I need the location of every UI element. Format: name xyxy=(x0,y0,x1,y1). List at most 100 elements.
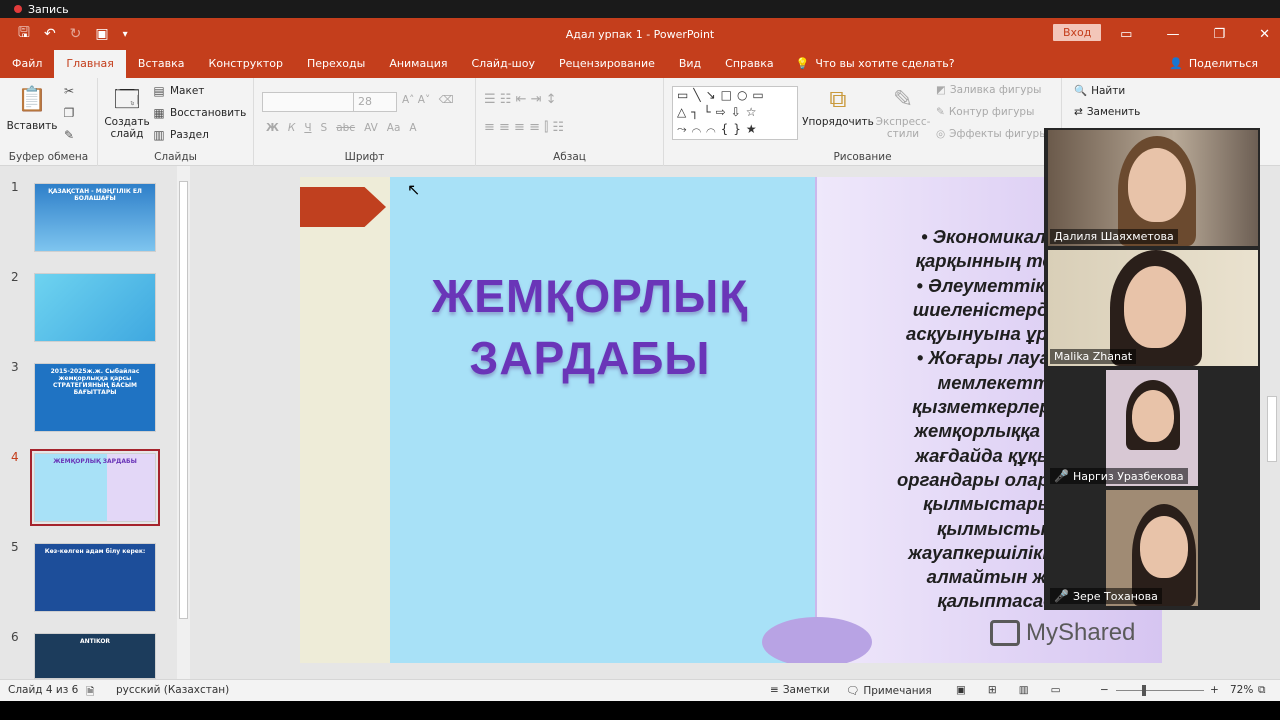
slide-thumbnail-1[interactable]: ҚАЗАҚСТАН - МӘҢГІЛІК ЕЛ БОЛАШАҒЫ xyxy=(34,183,156,252)
zoom-out-icon[interactable]: − xyxy=(1100,684,1109,696)
participant-tile[interactable]: 🎤 Наргиз Уразбекова xyxy=(1048,370,1258,486)
thumbnails-scrollbar[interactable] xyxy=(177,166,190,679)
format-painter-icon[interactable]: ✎ xyxy=(62,128,76,142)
paste-icon: 📋 xyxy=(17,85,47,113)
shapes-gallery[interactable]: ▭╲↘□○▭ △┐└⇨⇩☆ ⤳⌒⌒{}★ xyxy=(672,86,798,140)
tell-me-box[interactable]: 💡 Что вы хотите сделать? xyxy=(786,50,955,78)
tab-home[interactable]: Главная xyxy=(54,50,126,78)
editor-scrollbar[interactable] xyxy=(1264,166,1280,679)
font-size-buttons[interactable]: A˄ A˅ ⌫ xyxy=(402,94,454,106)
zoom-level[interactable]: 72% xyxy=(1230,684,1253,696)
layout-icon: ▤ xyxy=(153,84,165,98)
reading-view-icon[interactable]: ▥ xyxy=(1019,684,1029,696)
share-button[interactable]: 👤 Поделиться xyxy=(1169,50,1258,78)
layout-button[interactable]: ▤ Макет xyxy=(152,84,204,98)
zoom-in-icon[interactable]: + xyxy=(1210,684,1219,696)
shape-effects-label: Эффекты фигуры xyxy=(949,128,1048,140)
present-from-start-icon[interactable]: ▣ xyxy=(95,26,108,42)
arrange-icon: ⧉ xyxy=(829,85,847,113)
comments-button[interactable]: 🗨 Примечания xyxy=(846,684,932,698)
font-family-box[interactable] xyxy=(262,92,354,112)
redo-icon[interactable]: ↻ xyxy=(70,26,82,42)
quick-styles-icon: ✎ xyxy=(892,85,914,113)
slide-canvas[interactable]: ЖЕМҚОРЛЫҚ ЗАРДАБЫ • Экономикалық қарқынны… xyxy=(300,177,1162,663)
comments-label: Примечания xyxy=(863,684,932,697)
tab-animations[interactable]: Анимация xyxy=(377,50,459,78)
share-label: Поделиться xyxy=(1188,57,1258,70)
view-buttons[interactable]: ▣ ⊞ ▥ ▭ xyxy=(956,684,1061,696)
participant-face xyxy=(1132,390,1174,442)
slide-thumbnail-4[interactable]: ЖЕМҚОРЛЫҚ ЗАРДАБЫ xyxy=(30,449,160,526)
find-button[interactable]: 🔍 Найти xyxy=(1074,84,1125,98)
undo-icon[interactable]: ↶ xyxy=(44,26,56,42)
font-format-buttons[interactable]: Ж К Ч Sabc AV Aa A xyxy=(266,122,417,134)
slide-decor-strip xyxy=(300,177,390,663)
paste-label: Вставить xyxy=(6,120,58,132)
zoom-slider[interactable] xyxy=(1116,690,1204,691)
slideshow-icon[interactable]: ▭ xyxy=(1051,684,1061,696)
slide-sorter-icon[interactable]: ⊞ xyxy=(988,684,997,696)
participant-name: Malika Zhanat xyxy=(1054,350,1133,363)
slide-thumbnail-text: ҚАЗАҚСТАН - МӘҢГІЛІК ЕЛ БОЛАШАҒЫ xyxy=(48,188,142,202)
quick-styles-label-1: Экспресс- xyxy=(875,116,931,128)
fit-to-window-icon[interactable]: ⧉ xyxy=(1258,684,1266,697)
language-indicator[interactable]: русский (Казахстан) xyxy=(116,684,229,696)
cut-icon[interactable]: ✂ xyxy=(62,84,76,98)
thumbnails-scroll-thumb[interactable] xyxy=(179,181,188,619)
title-bar: 🖫 ↶ ↻ ▣ ▾ Адал урпак 1 - PowerPoint Вход… xyxy=(0,18,1280,50)
font-group: 28 A˄ A˅ ⌫ Ж К Ч Sabc AV Aa A Шрифт xyxy=(254,78,476,166)
notes-button[interactable]: ≡ Заметки xyxy=(770,684,830,696)
editor-scroll-thumb[interactable] xyxy=(1267,396,1277,462)
recording-label: Запись xyxy=(28,2,69,16)
replace-label: Заменить xyxy=(1086,106,1141,118)
slide-thumbnail-2[interactable] xyxy=(34,273,156,342)
copy-icon[interactable]: ❐ xyxy=(62,106,76,120)
tab-help[interactable]: Справка xyxy=(713,50,785,78)
section-icon: ▥ xyxy=(153,128,165,142)
slide-thumbnail-5[interactable]: Көз-көлген адам білу керек: xyxy=(34,543,156,612)
tab-review[interactable]: Рецензирование xyxy=(547,50,667,78)
list-buttons[interactable]: ☰ ☷ ⇤ ⇥ ↕ xyxy=(484,92,557,107)
minimize-icon[interactable]: — xyxy=(1166,27,1179,42)
slide-number: 3 xyxy=(11,360,19,374)
slide-number: 5 xyxy=(11,540,19,554)
tab-view[interactable]: Вид xyxy=(667,50,713,78)
participant-tile[interactable]: Далиля Шаяхметова xyxy=(1048,130,1258,246)
restore-icon[interactable]: ❐ xyxy=(1213,27,1225,42)
save-icon[interactable]: 🖫 xyxy=(18,22,30,46)
shape-fill-button[interactable]: ◩ Заливка фигуры xyxy=(936,84,1041,96)
paste-button[interactable]: 📋 Вставить xyxy=(6,84,58,132)
close-icon[interactable]: ✕ xyxy=(1259,27,1270,42)
section-button[interactable]: ▥ Раздел xyxy=(152,128,208,142)
slide-thumbnail-3[interactable]: 2015-2025ж.ж. Сыбайлас жемқорлыққа қарсы… xyxy=(34,363,156,432)
customize-toolbar-icon[interactable]: ▾ xyxy=(123,29,128,40)
align-buttons[interactable]: ≡ ≡ ≡ ≡ ⫿ ☷ xyxy=(484,120,564,135)
clipboard-group: 📋 Вставить ✂ ❐ ✎ Буфер обмена xyxy=(0,78,98,166)
slide-title[interactable]: ЖЕМҚОРЛЫҚ ЗАРДАБЫ xyxy=(400,265,780,389)
spell-check-icon[interactable]: 🗎 xyxy=(86,684,94,702)
quick-styles-button[interactable]: ✎ Экспресс- стили xyxy=(872,84,934,140)
participant-tile[interactable]: Malika Zhanat xyxy=(1048,250,1258,366)
ribbon-display-options-icon[interactable]: ▭ xyxy=(1120,27,1132,42)
shape-outline-button[interactable]: ✎ Контур фигуры xyxy=(936,106,1034,118)
zoom-slider-thumb[interactable] xyxy=(1142,685,1146,696)
arrange-button[interactable]: ⧉ Упорядочить xyxy=(802,84,874,128)
slide-thumbnail-6[interactable]: ANTIKOR xyxy=(34,633,156,679)
sign-in-button[interactable]: Вход xyxy=(1053,24,1102,41)
notes-label: Заметки xyxy=(782,684,830,696)
replace-button[interactable]: ⇄ Заменить xyxy=(1074,106,1140,118)
participant-face xyxy=(1124,266,1186,348)
new-slide-button[interactable]: 🗔 Создать слайд xyxy=(104,84,150,140)
font-size-box[interactable]: 28 xyxy=(353,92,397,112)
tab-insert[interactable]: Вставка xyxy=(126,50,197,78)
ribbon-tabs: Файл Главная Вставка Конструктор Переход… xyxy=(0,50,1280,78)
tab-slideshow[interactable]: Слайд-шоу xyxy=(459,50,546,78)
participant-tile[interactable]: 🎤 Зере Тоханова xyxy=(1048,490,1258,606)
shape-effects-button[interactable]: ◎ Эффекты фигуры xyxy=(936,128,1048,140)
video-participants-panel: Далиля Шаяхметова Malika Zhanat 🎤 Наргиз … xyxy=(1044,128,1260,610)
normal-view-icon[interactable]: ▣ xyxy=(956,684,966,696)
reset-button[interactable]: ▦ Восстановить xyxy=(152,106,246,120)
tab-transitions[interactable]: Переходы xyxy=(295,50,377,78)
tab-file[interactable]: Файл xyxy=(0,50,54,78)
tab-design[interactable]: Конструктор xyxy=(197,50,295,78)
